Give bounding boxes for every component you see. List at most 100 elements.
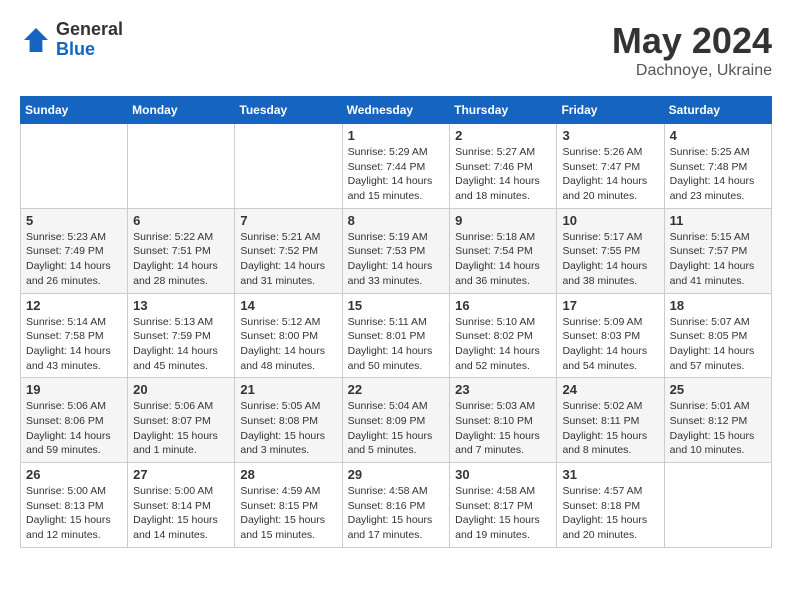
day-info: Sunrise: 5:17 AMSunset: 7:55 PMDaylight:… <box>562 230 658 289</box>
calendar-cell <box>235 124 342 209</box>
calendar-cell: 6Sunrise: 5:22 AMSunset: 7:51 PMDaylight… <box>128 208 235 293</box>
day-info: Sunrise: 5:23 AMSunset: 7:49 PMDaylight:… <box>26 230 122 289</box>
calendar-cell: 26 Sunrise: 5:00 AMSunset: 8:13 PMDayligh… <box>21 463 128 548</box>
calendar-cell: 29Sunrise: 4:58 AMSunset: 8:16 PMDayligh… <box>342 463 450 548</box>
day-info: Sunrise: 5:27 AMSunset: 7:46 PMDaylight:… <box>455 145 551 204</box>
day-number: 27 <box>133 467 229 482</box>
day-info: Sunrise: 5:03 AMSunset: 8:10 PMDaylight:… <box>455 399 551 458</box>
day-info: Sunrise: 5:19 AMSunset: 7:53 PMDaylight:… <box>348 230 445 289</box>
day-info: Sunrise: 4:58 AMSunset: 8:17 PMDaylight:… <box>455 484 551 543</box>
day-number: 14 <box>240 298 336 313</box>
day-number: 24 <box>562 382 658 397</box>
day-number: 16 <box>455 298 551 313</box>
weekday-header: Thursday <box>450 97 557 124</box>
day-number: 5 <box>26 213 122 228</box>
calendar-cell: 28 Sunrise: 4:59 AMSunset: 8:15 PMDayligh… <box>235 463 342 548</box>
logo-general: General <box>56 20 123 40</box>
day-number: 1 <box>348 128 445 143</box>
day-info: Sunrise: 5:06 AMSunset: 8:07 PMDaylight:… <box>133 399 229 458</box>
day-info: Sunrise: 5:00 AMSunset: 8:14 PMDaylight:… <box>133 484 229 543</box>
calendar-week-row: 19Sunrise: 5:06 AMSunset: 8:06 PMDayligh… <box>21 378 772 463</box>
day-info: Sunrise: 5:04 AMSunset: 8:09 PMDaylight:… <box>348 399 445 458</box>
weekday-header: Friday <box>557 97 664 124</box>
day-info: Sunrise: 5:11 AMSunset: 8:01 PMDaylight:… <box>348 315 445 374</box>
day-number: 11 <box>670 213 766 228</box>
day-info: Sunrise: 5:25 AMSunset: 7:48 PMDaylight:… <box>670 145 766 204</box>
calendar-cell: 12Sunrise: 5:14 AMSunset: 7:58 PMDayligh… <box>21 293 128 378</box>
day-number: 3 <box>562 128 658 143</box>
day-number: 2 <box>455 128 551 143</box>
calendar-cell: 27 Sunrise: 5:00 AMSunset: 8:14 PMDayligh… <box>128 463 235 548</box>
weekday-row: SundayMondayTuesdayWednesdayThursdayFrid… <box>21 97 772 124</box>
day-number: 29 <box>348 467 445 482</box>
day-number: 17 <box>562 298 658 313</box>
calendar-week-row: 12Sunrise: 5:14 AMSunset: 7:58 PMDayligh… <box>21 293 772 378</box>
weekday-header: Sunday <box>21 97 128 124</box>
day-info: Sunrise: 5:15 AMSunset: 7:57 PMDaylight:… <box>670 230 766 289</box>
day-number: 21 <box>240 382 336 397</box>
logo-text: General Blue <box>56 20 123 60</box>
logo-icon <box>20 24 52 56</box>
day-info: Sunrise: 5:26 AMSunset: 7:47 PMDaylight:… <box>562 145 658 204</box>
calendar-cell: 30 Sunrise: 4:58 AMSunset: 8:17 PMDayligh… <box>450 463 557 548</box>
calendar-cell: 14 Sunrise: 5:12 AMSunset: 8:00 PMDayligh… <box>235 293 342 378</box>
calendar-cell: 4 Sunrise: 5:25 AMSunset: 7:48 PMDaylight… <box>664 124 771 209</box>
calendar-cell: 31 Sunrise: 4:57 AMSunset: 8:18 PMDayligh… <box>557 463 664 548</box>
calendar-cell: 18Sunrise: 5:07 AMSunset: 8:05 PMDayligh… <box>664 293 771 378</box>
calendar-cell: 25 Sunrise: 5:01 AMSunset: 8:12 PMDayligh… <box>664 378 771 463</box>
calendar-cell: 21Sunrise: 5:05 AMSunset: 8:08 PMDayligh… <box>235 378 342 463</box>
weekday-header: Wednesday <box>342 97 450 124</box>
day-info: Sunrise: 4:59 AMSunset: 8:15 PMDaylight:… <box>240 484 336 543</box>
logo-blue: Blue <box>56 40 123 60</box>
day-number: 8 <box>348 213 445 228</box>
day-number: 30 <box>455 467 551 482</box>
day-info: Sunrise: 5:02 AMSunset: 8:11 PMDaylight:… <box>562 399 658 458</box>
day-number: 22 <box>348 382 445 397</box>
calendar-cell: 20 Sunrise: 5:06 AMSunset: 8:07 PMDayligh… <box>128 378 235 463</box>
calendar-cell <box>128 124 235 209</box>
calendar-cell <box>664 463 771 548</box>
calendar-cell: 3 Sunrise: 5:26 AMSunset: 7:47 PMDaylight… <box>557 124 664 209</box>
calendar-cell: 5 Sunrise: 5:23 AMSunset: 7:49 PMDaylight… <box>21 208 128 293</box>
calendar-cell: 24 Sunrise: 5:02 AMSunset: 8:11 PMDayligh… <box>557 378 664 463</box>
calendar-table: SundayMondayTuesdayWednesdayThursdayFrid… <box>20 96 772 548</box>
day-number: 25 <box>670 382 766 397</box>
calendar-cell: 11 Sunrise: 5:15 AMSunset: 7:57 PMDayligh… <box>664 208 771 293</box>
calendar-cell: 10Sunrise: 5:17 AMSunset: 7:55 PMDayligh… <box>557 208 664 293</box>
day-number: 13 <box>133 298 229 313</box>
day-info: Sunrise: 5:14 AMSunset: 7:58 PMDaylight:… <box>26 315 122 374</box>
day-number: 6 <box>133 213 229 228</box>
calendar-cell: 15Sunrise: 5:11 AMSunset: 8:01 PMDayligh… <box>342 293 450 378</box>
title-block: May 2024 Dachnoye, Ukraine <box>612 20 772 80</box>
calendar-body: 1 Sunrise: 5:29 AMSunset: 7:44 PMDaylight… <box>21 124 772 548</box>
calendar-cell: 16Sunrise: 5:10 AMSunset: 8:02 PMDayligh… <box>450 293 557 378</box>
logo: General Blue <box>20 20 123 60</box>
day-number: 9 <box>455 213 551 228</box>
calendar-cell: 19Sunrise: 5:06 AMSunset: 8:06 PMDayligh… <box>21 378 128 463</box>
day-number: 23 <box>455 382 551 397</box>
day-info: Sunrise: 5:21 AMSunset: 7:52 PMDaylight:… <box>240 230 336 289</box>
day-info: Sunrise: 5:09 AMSunset: 8:03 PMDaylight:… <box>562 315 658 374</box>
day-info: Sunrise: 5:01 AMSunset: 8:12 PMDaylight:… <box>670 399 766 458</box>
day-info: Sunrise: 5:00 AMSunset: 8:13 PMDaylight:… <box>26 484 122 543</box>
day-info: Sunrise: 4:57 AMSunset: 8:18 PMDaylight:… <box>562 484 658 543</box>
day-info: Sunrise: 5:12 AMSunset: 8:00 PMDaylight:… <box>240 315 336 374</box>
calendar-cell: 2 Sunrise: 5:27 AMSunset: 7:46 PMDaylight… <box>450 124 557 209</box>
title-location: Dachnoye, Ukraine <box>612 62 772 80</box>
calendar-header: SundayMondayTuesdayWednesdayThursdayFrid… <box>21 97 772 124</box>
day-number: 26 <box>26 467 122 482</box>
calendar-cell: 7Sunrise: 5:21 AMSunset: 7:52 PMDaylight… <box>235 208 342 293</box>
calendar-cell: 23 Sunrise: 5:03 AMSunset: 8:10 PMDayligh… <box>450 378 557 463</box>
day-info: Sunrise: 5:29 AMSunset: 7:44 PMDaylight:… <box>348 145 445 204</box>
day-info: Sunrise: 5:07 AMSunset: 8:05 PMDaylight:… <box>670 315 766 374</box>
day-info: Sunrise: 5:06 AMSunset: 8:06 PMDaylight:… <box>26 399 122 458</box>
calendar-week-row: 26 Sunrise: 5:00 AMSunset: 8:13 PMDayligh… <box>21 463 772 548</box>
calendar-week-row: 1 Sunrise: 5:29 AMSunset: 7:44 PMDaylight… <box>21 124 772 209</box>
day-number: 31 <box>562 467 658 482</box>
day-number: 28 <box>240 467 336 482</box>
calendar-cell: 17 Sunrise: 5:09 AMSunset: 8:03 PMDayligh… <box>557 293 664 378</box>
day-number: 4 <box>670 128 766 143</box>
day-number: 20 <box>133 382 229 397</box>
calendar-week-row: 5 Sunrise: 5:23 AMSunset: 7:49 PMDaylight… <box>21 208 772 293</box>
calendar-cell: 1 Sunrise: 5:29 AMSunset: 7:44 PMDaylight… <box>342 124 450 209</box>
